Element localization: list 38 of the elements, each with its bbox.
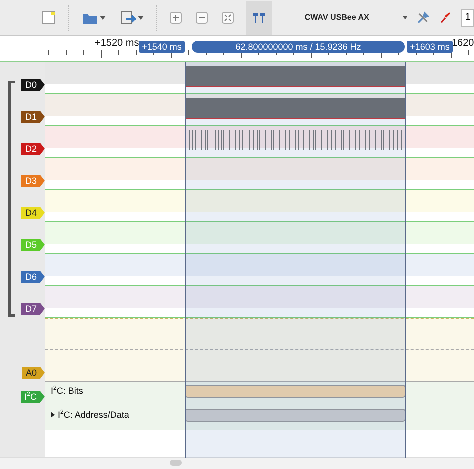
expand-icon bbox=[222, 12, 234, 24]
time-label: +1520 ms bbox=[95, 38, 140, 49]
plus-icon bbox=[170, 12, 182, 24]
label-gutter bbox=[0, 430, 45, 457]
export-icon bbox=[120, 10, 136, 24]
row-label: I$^{2}$C: Bits bbox=[51, 386, 84, 396]
channel-label[interactable]: D0 bbox=[21, 79, 45, 91]
channel-label[interactable]: D6 bbox=[21, 271, 45, 283]
tools-icon[interactable] bbox=[417, 10, 430, 26]
markers-icon bbox=[252, 12, 266, 24]
caret-icon bbox=[138, 16, 144, 20]
sample-field[interactable]: 1 bbox=[461, 8, 474, 26]
device-dropdown[interactable]: CWAV USBee AX bbox=[282, 13, 393, 22]
channel-label[interactable]: D4 bbox=[21, 207, 45, 219]
zoom-in-button[interactable] bbox=[168, 10, 184, 26]
document-icon bbox=[42, 10, 56, 24]
pin-icon[interactable] bbox=[440, 10, 452, 26]
caret-icon[interactable] bbox=[402, 16, 408, 20]
caret-icon bbox=[100, 16, 106, 20]
scroll-thumb[interactable] bbox=[170, 460, 182, 466]
zoom-fit-button[interactable] bbox=[220, 10, 236, 26]
channel-label[interactable]: A0 bbox=[22, 367, 45, 379]
marker-label[interactable]: +1540 ms bbox=[139, 41, 185, 53]
measurement-label[interactable]: 62.800000000 ms / 15.9236 Hz bbox=[192, 41, 405, 53]
channel-label[interactable]: D2 bbox=[21, 143, 45, 155]
row-label: I$^{2}$C: Address/Data bbox=[58, 410, 130, 420]
disclosure-triangle-icon[interactable] bbox=[51, 412, 56, 418]
channel-label[interactable]: D1 bbox=[21, 111, 45, 123]
new-document-button[interactable] bbox=[40, 8, 58, 26]
marker-label[interactable]: +1603 ms bbox=[407, 41, 453, 53]
channel-label[interactable]: D7 bbox=[21, 303, 45, 315]
scrollbar[interactable] bbox=[0, 457, 474, 469]
channel-label[interactable]: D3 bbox=[21, 175, 45, 187]
channel-label[interactable]: I$^{2}$C bbox=[20, 391, 45, 403]
zoom-out-button[interactable] bbox=[194, 10, 210, 26]
markers-button[interactable] bbox=[246, 0, 272, 34]
time-label: 1620 bbox=[452, 38, 474, 49]
minus-icon bbox=[196, 12, 208, 24]
